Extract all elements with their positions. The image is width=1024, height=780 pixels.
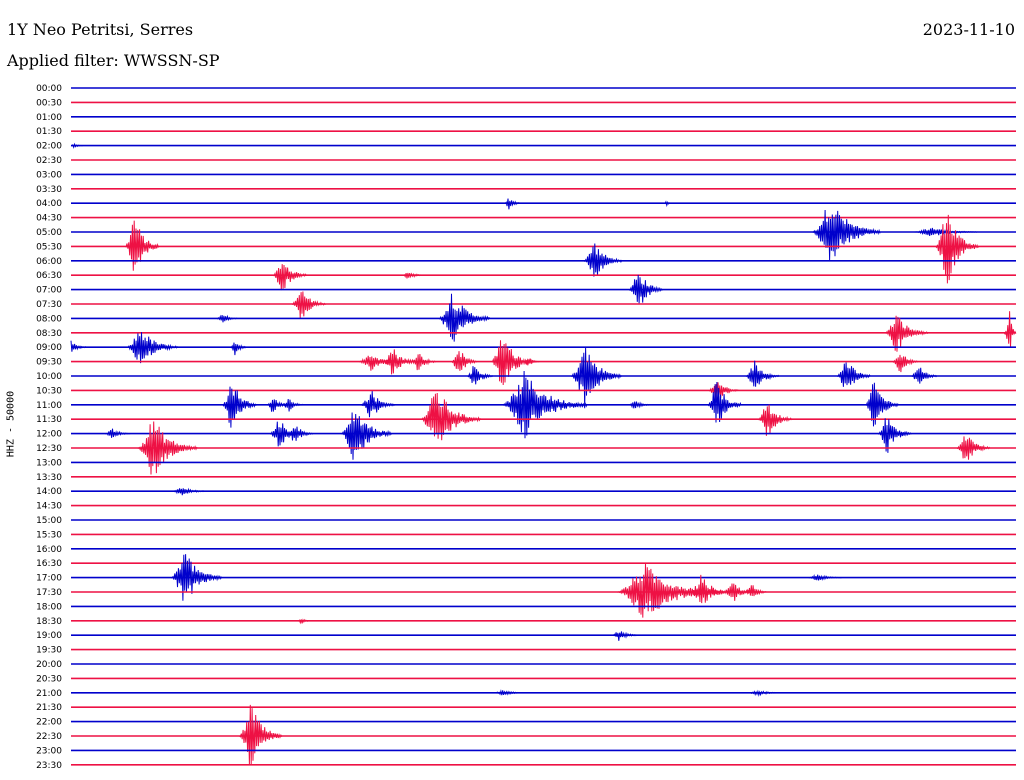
time-tick-label: 13:00 xyxy=(36,458,62,468)
seismic-event xyxy=(467,366,494,385)
seismic-event xyxy=(291,291,326,319)
time-tick-label: 12:00 xyxy=(36,430,62,440)
time-tick-label: 04:30 xyxy=(36,214,62,224)
time-tick-label: 22:00 xyxy=(36,718,62,728)
seismic-event xyxy=(570,347,623,409)
seismic-event xyxy=(956,436,991,460)
time-tick-label: 18:30 xyxy=(36,617,62,627)
seismic-event xyxy=(1003,311,1017,348)
time-tick-label: 14:30 xyxy=(36,502,62,512)
seismic-event xyxy=(282,398,304,412)
seismic-event xyxy=(504,198,521,210)
time-tick-label: 10:00 xyxy=(36,372,62,382)
seismic-event xyxy=(70,340,87,352)
seismic-event xyxy=(892,354,919,373)
time-tick-label: 22:30 xyxy=(36,732,62,742)
helicorder-page: 1Y Neo Petritsi, Serres Applied filter: … xyxy=(0,0,1024,780)
time-tick-label: 07:30 xyxy=(36,300,62,310)
time-tick-label: 00:00 xyxy=(36,84,62,94)
time-tick-label: 07:00 xyxy=(36,286,62,296)
helicorder-plot: 00:00 00:30 01:00 01:30 02:00 02:30 03:00 03:30… xyxy=(36,84,1017,771)
seismic-event xyxy=(216,314,238,323)
time-tick-label: 09:30 xyxy=(36,358,62,368)
time-tick-label: 03:30 xyxy=(36,185,62,195)
seismic-event xyxy=(689,574,733,604)
time-tick-label: 21:30 xyxy=(36,703,62,713)
time-tick-label: 15:00 xyxy=(36,516,62,526)
time-tick-label: 05:00 xyxy=(36,228,62,238)
seismic-event xyxy=(757,404,793,436)
seismic-event xyxy=(126,332,178,364)
time-tick-label: 15:30 xyxy=(36,530,62,540)
time-tick-label: 09:00 xyxy=(36,343,62,353)
seismic-event xyxy=(629,401,651,409)
time-tick-label: 02:30 xyxy=(36,156,62,166)
seismic-event xyxy=(808,573,843,581)
time-tick-label: 03:00 xyxy=(36,170,62,180)
time-tick-label: 00:30 xyxy=(36,98,62,108)
time-tick-label: 01:00 xyxy=(36,113,62,123)
seismic-event xyxy=(502,370,588,439)
seismic-event xyxy=(935,214,979,284)
time-tick-label: 12:30 xyxy=(36,444,62,454)
seismic-event xyxy=(239,704,283,765)
seismic-event xyxy=(745,585,767,597)
time-tick-label: 20:30 xyxy=(36,674,62,684)
time-tick-label: 08:00 xyxy=(36,314,62,324)
time-tick-label: 08:30 xyxy=(36,329,62,339)
seismic-event xyxy=(172,487,206,496)
seismic-event xyxy=(124,220,159,271)
time-tick-label: 23:00 xyxy=(36,746,62,756)
seismic-event xyxy=(628,274,663,304)
time-tick-label: 20:00 xyxy=(36,660,62,670)
seismic-event xyxy=(137,421,198,475)
time-tick-label: 10:30 xyxy=(36,386,62,396)
time-tick-label: 19:30 xyxy=(36,646,62,656)
time-tick-label: 02:00 xyxy=(36,142,62,152)
time-tick-label: 11:00 xyxy=(36,401,62,411)
seismic-event xyxy=(438,293,490,342)
time-tick-label: 23:30 xyxy=(36,761,62,771)
seismic-event xyxy=(222,386,257,428)
time-tick-label: 11:30 xyxy=(36,415,62,425)
time-tick-label: 18:00 xyxy=(36,602,62,612)
time-tick-label: 16:30 xyxy=(36,559,62,569)
time-tick-label: 13:30 xyxy=(36,473,62,483)
seismic-event xyxy=(493,689,528,696)
time-tick-label: 06:30 xyxy=(36,271,62,281)
seismic-event xyxy=(663,200,673,208)
seismic-event xyxy=(836,362,871,387)
time-tick-label: 06:00 xyxy=(36,257,62,267)
time-tick-label: 14:00 xyxy=(36,487,62,497)
seismic-event xyxy=(612,631,638,641)
time-tick-label: 21:00 xyxy=(36,689,62,699)
time-tick-label: 17:30 xyxy=(36,588,62,598)
time-tick-label: 19:00 xyxy=(36,631,62,641)
time-tick-label: 16:00 xyxy=(36,545,62,555)
time-tick-label: 17:00 xyxy=(36,574,62,584)
seismic-event xyxy=(911,367,938,384)
time-tick-label: 04:00 xyxy=(36,199,62,209)
seismic-event xyxy=(748,689,783,697)
seismic-event xyxy=(361,391,396,418)
seismic-event xyxy=(105,428,131,438)
seismic-event xyxy=(171,554,223,601)
seismic-event xyxy=(745,360,780,387)
seismic-event xyxy=(272,264,307,291)
time-tick-label: 05:30 xyxy=(36,242,62,252)
seismic-event xyxy=(402,272,424,279)
time-tick-label: 01:30 xyxy=(36,127,62,137)
seismic-event xyxy=(70,142,83,149)
seismic-event xyxy=(230,342,247,356)
seismic-event xyxy=(885,315,929,352)
